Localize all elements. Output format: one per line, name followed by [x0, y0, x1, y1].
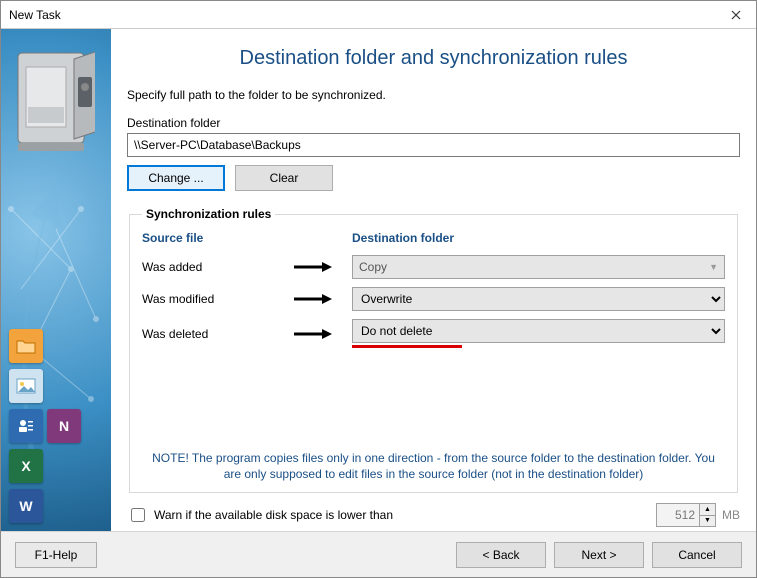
titlebar: New Task	[1, 1, 756, 29]
back-button[interactable]: < Back	[456, 542, 546, 568]
wizard-sidebar: N X W	[1, 29, 111, 531]
warn-checkbox[interactable]	[131, 508, 145, 522]
rule-source-modified: Was modified	[142, 292, 292, 306]
folder-icon	[9, 329, 43, 363]
warn-label: Warn if the available disk space is lowe…	[154, 508, 393, 522]
sync-rules-legend: Synchronization rules	[142, 207, 275, 221]
warn-size-input[interactable]	[657, 504, 699, 526]
warn-size-spinner[interactable]: ▲ ▼	[656, 503, 716, 527]
wizard-footer: F1-Help < Back Next > Cancel	[1, 531, 756, 577]
warn-row: Warn if the available disk space is lowe…	[127, 503, 740, 527]
change-button[interactable]: Change ...	[127, 165, 225, 191]
rule-source-deleted: Was deleted	[142, 327, 292, 341]
word-icon: W	[9, 489, 43, 523]
window-title: New Task	[9, 8, 61, 22]
onenote-icon: N	[47, 409, 81, 443]
sidebar-app-icons: N X W	[9, 329, 81, 523]
picture-icon	[9, 369, 43, 403]
sync-rules-group: Synchronization rules Source file Destin…	[129, 207, 738, 493]
cancel-button[interactable]: Cancel	[652, 542, 742, 568]
contact-icon	[9, 409, 43, 443]
dest-folder-input[interactable]	[127, 133, 740, 157]
rule-dest-deleted[interactable]: Do not delete	[352, 319, 725, 343]
rule-dest-added: Copy▼	[352, 255, 725, 279]
warn-unit: MB	[722, 508, 740, 522]
close-button[interactable]	[716, 1, 756, 28]
arrow-icon	[292, 261, 332, 273]
page-instruction: Specify full path to the folder to be sy…	[127, 88, 740, 102]
dest-folder-label: Destination folder	[127, 116, 740, 130]
sync-note: NOTE! The program copies files only in o…	[142, 446, 725, 482]
arrow-icon	[292, 293, 332, 305]
spin-down-icon[interactable]: ▼	[700, 516, 715, 527]
col-source-header: Source file	[142, 231, 292, 247]
rule-source-added: Was added	[142, 260, 292, 274]
page-title: Destination folder and synchronization r…	[127, 47, 740, 70]
arrow-icon	[292, 328, 332, 340]
help-button[interactable]: F1-Help	[15, 542, 97, 568]
spin-up-icon[interactable]: ▲	[700, 504, 715, 516]
safe-icon	[13, 47, 95, 157]
wizard-content: Destination folder and synchronization r…	[111, 29, 756, 531]
clear-button[interactable]: Clear	[235, 165, 333, 191]
col-dest-header: Destination folder	[352, 231, 725, 247]
rule-dest-modified[interactable]: Overwrite	[352, 287, 725, 311]
excel-icon: X	[9, 449, 43, 483]
next-button[interactable]: Next >	[554, 542, 644, 568]
highlight-underline	[352, 345, 462, 348]
